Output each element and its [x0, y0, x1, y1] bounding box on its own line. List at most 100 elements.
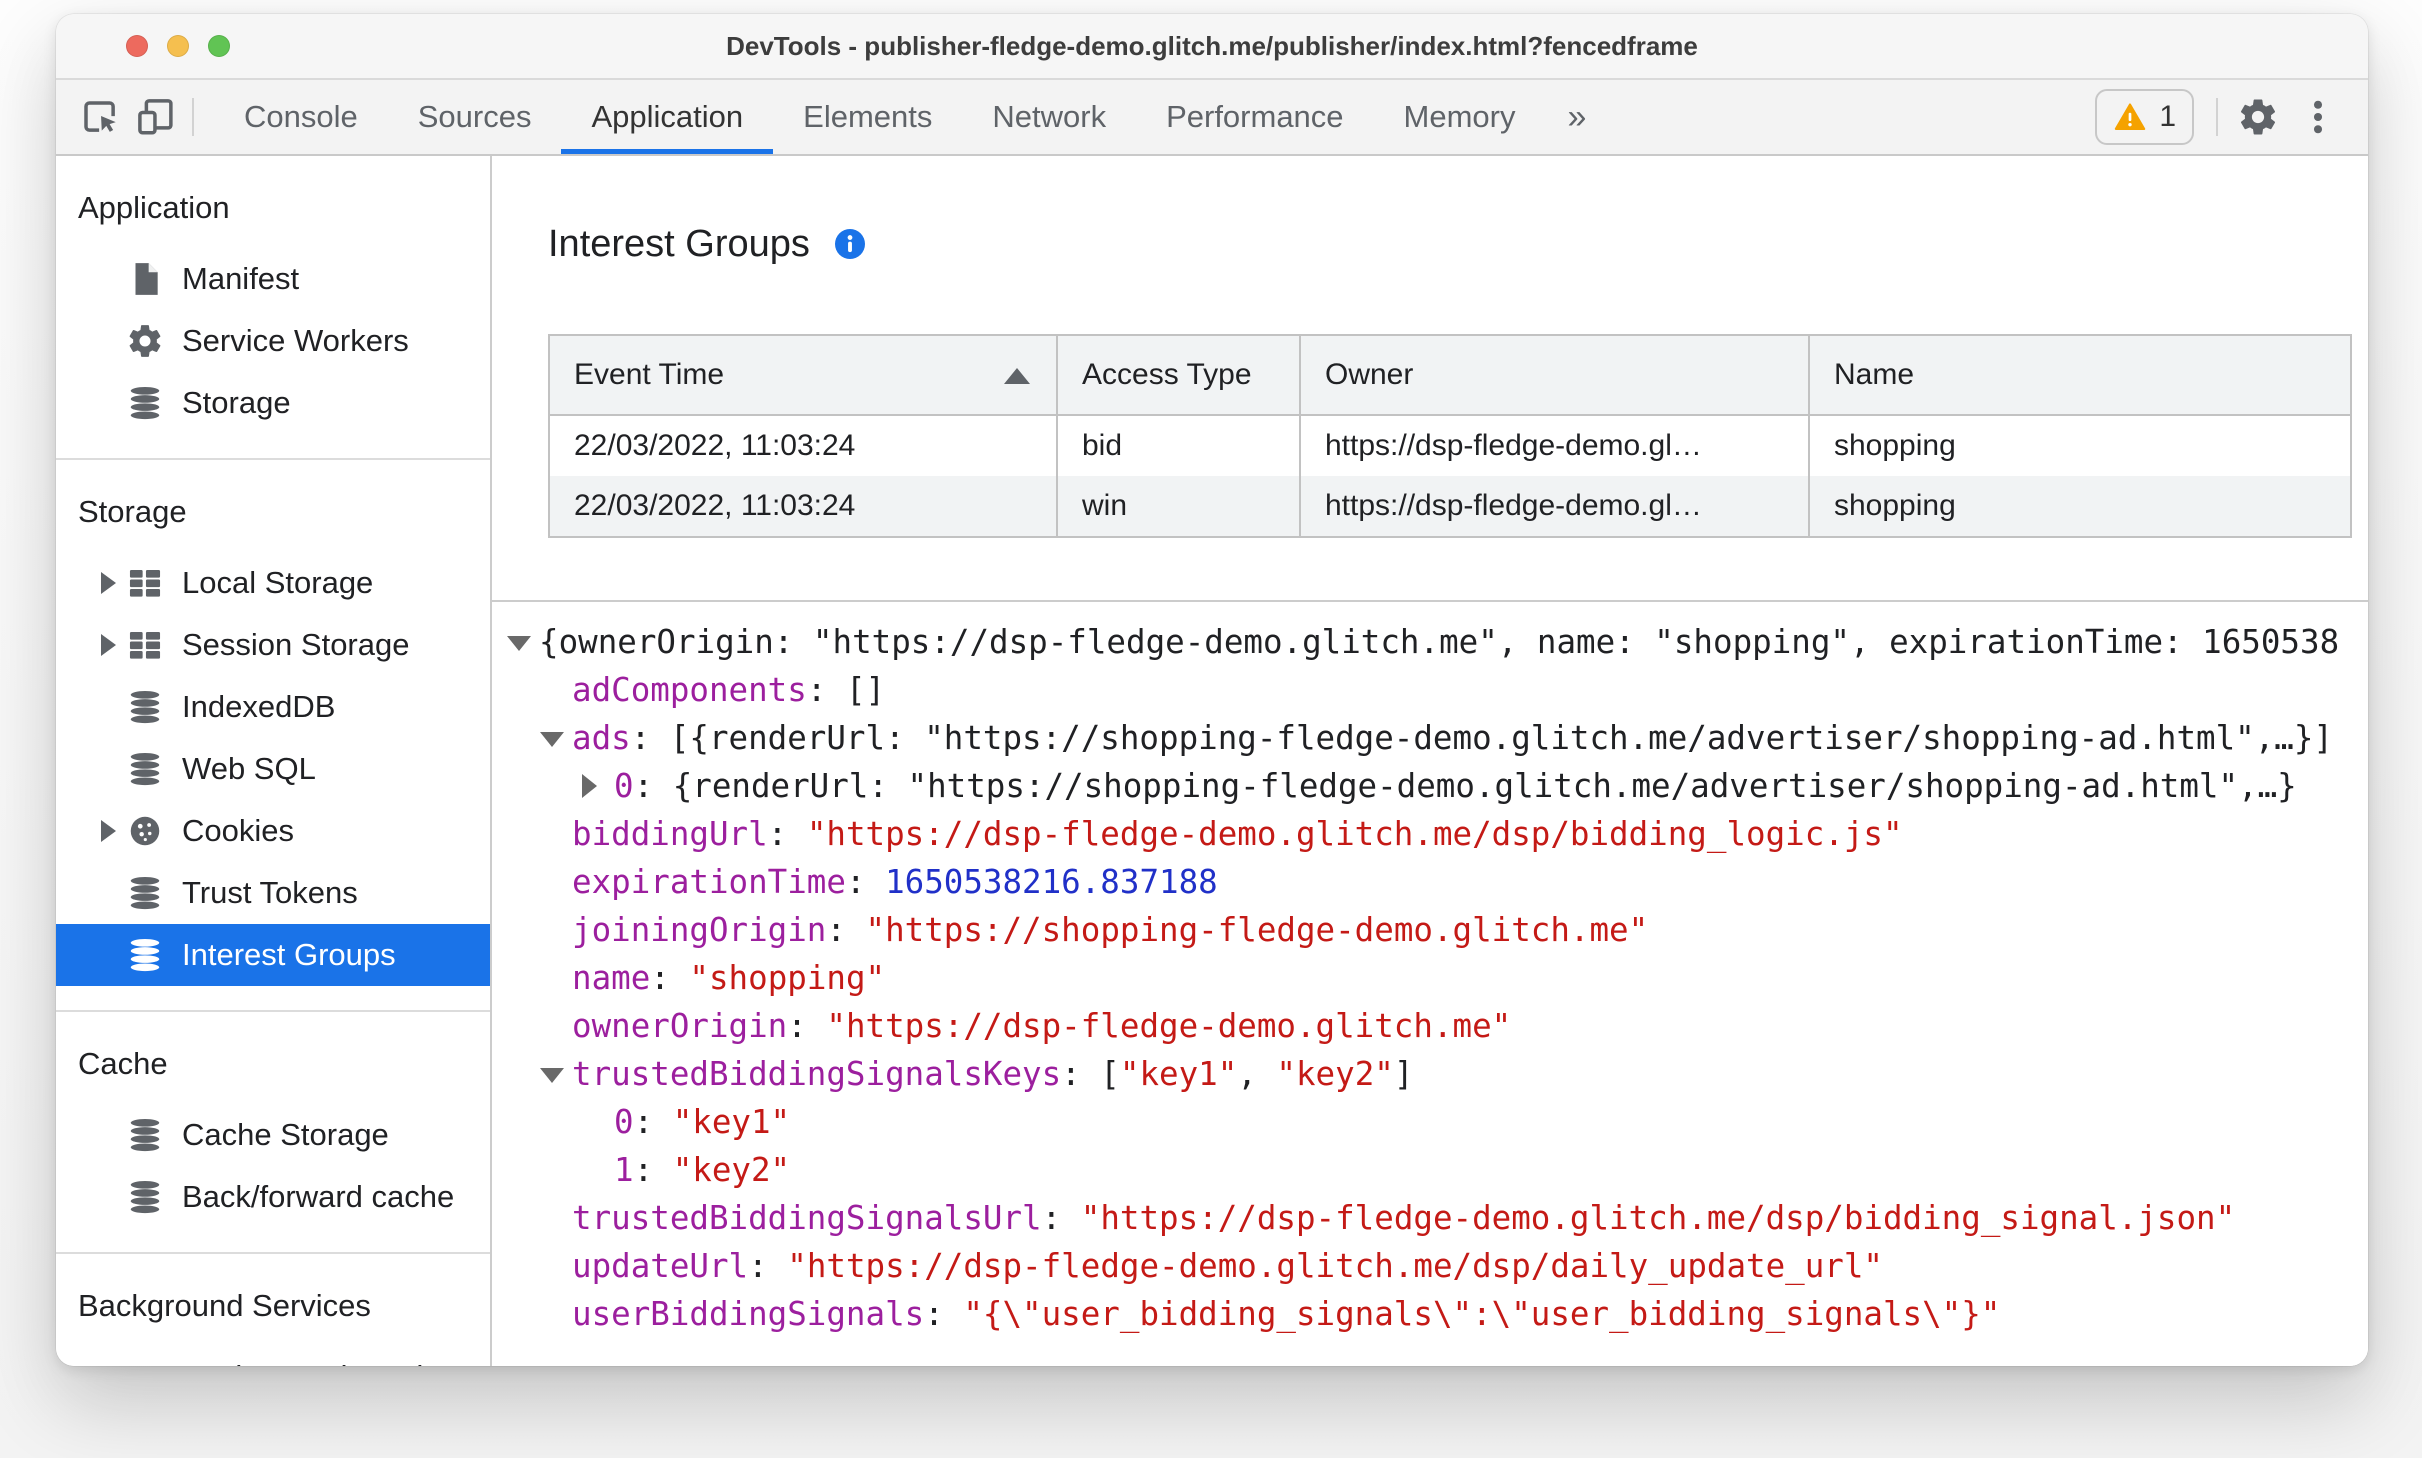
- database-icon: [126, 1178, 164, 1216]
- table-row[interactable]: 22/03/2022, 11:03:24 win https://dsp-fledg…: [549, 476, 2351, 537]
- main-split: Application Manifest Service Workers Storag…: [56, 156, 2368, 1366]
- cell-name: shopping: [1834, 429, 1956, 462]
- section-title-background-services: Background Services: [78, 1288, 371, 1323]
- sidebar-item-label: Back/forward cache: [182, 1179, 455, 1214]
- chevron-right-icon[interactable]: [90, 634, 126, 656]
- sidebar-item-label: Web SQL: [182, 751, 316, 786]
- warning-icon: [2113, 100, 2147, 134]
- cell-access-type: win: [1057, 476, 1301, 537]
- toolbar-divider: [192, 98, 194, 136]
- cell-access-type: bid: [1057, 415, 1301, 476]
- sidebar-item-indexeddb[interactable]: IndexedDB: [56, 676, 490, 738]
- sidebar-item-interest-groups[interactable]: Interest Groups: [56, 924, 490, 986]
- sidebar-item-label: Interest Groups: [182, 937, 396, 972]
- issues-badge[interactable]: 1: [2095, 89, 2194, 145]
- tab-console[interactable]: Console: [214, 80, 388, 154]
- sidebar-item-label: Cache Storage: [182, 1117, 389, 1152]
- sidebar-item-label: Service Workers: [182, 323, 409, 358]
- tab-sources[interactable]: Sources: [388, 80, 562, 154]
- info-icon[interactable]: [832, 226, 868, 262]
- column-header-access-type[interactable]: Access Type: [1057, 335, 1301, 416]
- tree-line-ownerorigin-https-d[interactable]: {ownerOrigin: "https://dsp-fledge-demo.g…: [492, 618, 2368, 666]
- close-button[interactable]: [126, 35, 148, 57]
- database-icon: [126, 936, 164, 974]
- minimize-button[interactable]: [167, 35, 189, 57]
- tree-line-1: 1: "key2": [614, 1151, 791, 1189]
- sidebar-item-web-sql[interactable]: Web SQL: [56, 738, 490, 800]
- section-title-application: Application: [78, 190, 230, 225]
- sidebar-item-label: Background Fetch: [182, 1359, 434, 1366]
- kebab-menu-button[interactable]: [2290, 89, 2346, 145]
- sidebar-item-back-forward-cache[interactable]: Back/forward cache: [56, 1166, 490, 1228]
- chevron-right-icon[interactable]: [90, 572, 126, 594]
- tab-memory[interactable]: Memory: [1374, 80, 1546, 154]
- sidebar-item-storage[interactable]: Storage: [56, 372, 490, 434]
- maximize-button[interactable]: [208, 35, 230, 57]
- events-table-wrap: Event Time Access Type Owner Name 22/03/202…: [548, 334, 2352, 538]
- triangle-right-icon[interactable]: [582, 774, 597, 798]
- sidebar-item-label: Local Storage: [182, 565, 374, 600]
- inspect-element-button[interactable]: [72, 89, 128, 145]
- cell-event-time: 22/03/2022, 11:03:24: [549, 476, 1058, 537]
- sidebar-item-cache-storage[interactable]: Cache Storage: [56, 1104, 490, 1166]
- triangle-down-icon[interactable]: [540, 732, 564, 747]
- database-icon: [126, 688, 164, 726]
- tree-line-expirationtime: expirationTime: 1650538216.837188: [572, 863, 1218, 901]
- sort-ascending-icon: [1004, 368, 1030, 384]
- sidebar-item-trust-tokens[interactable]: Trust Tokens: [56, 862, 490, 924]
- column-header-name[interactable]: Name: [1809, 335, 2351, 416]
- tree-line-userbiddingsignals: userBiddingSignals: "{\"user_bidding_sig…: [572, 1295, 2001, 1333]
- tab-performance[interactable]: Performance: [1136, 80, 1373, 154]
- sidebar-section-cache: Cache Cache Storage Back/forward cache: [56, 1012, 490, 1254]
- database-icon: [126, 1116, 164, 1154]
- issues-count: 1: [2159, 100, 2176, 133]
- more-tabs-button[interactable]: »: [1546, 98, 1609, 137]
- settings-gear-button[interactable]: [2230, 89, 2286, 145]
- sidebar-section-storage: Storage Local Storage Session Storage Index…: [56, 460, 490, 1012]
- triangle-down-icon[interactable]: [540, 1068, 564, 1083]
- toolbar-right-group: 1: [2095, 89, 2346, 145]
- sidebar-item-cookies[interactable]: Cookies: [56, 800, 490, 862]
- tree-line-updateurl: updateUrl: "https://dsp-fledge-demo.glit…: [572, 1247, 1883, 1285]
- sidebar-item-background-fetch[interactable]: Background Fetch: [56, 1346, 490, 1366]
- column-header-event-time[interactable]: Event Time: [549, 335, 1058, 416]
- cell-owner: https://dsp-fledge-demo.gl…: [1300, 415, 1810, 476]
- cell-event-time: 22/03/2022, 11:03:24: [549, 415, 1058, 476]
- sidebar-item-label: Trust Tokens: [182, 875, 358, 910]
- toolbar-divider: [2216, 98, 2218, 136]
- tree-line-adcomponents: adComponents: []: [572, 671, 886, 709]
- object-tree: {ownerOrigin: "https://dsp-fledge-demo.g…: [492, 600, 2368, 1366]
- table-row[interactable]: 22/03/2022, 11:03:24 bid https://dsp-fledg…: [549, 415, 2351, 476]
- cell-name: shopping: [1809, 476, 2351, 537]
- column-header-owner[interactable]: Owner: [1300, 335, 1810, 416]
- sidebar-item-label: Storage: [182, 385, 291, 420]
- tree-line-joiningorigin: joiningOrigin: "https://shopping-fledge-…: [572, 911, 1649, 949]
- section-title-storage: Storage: [78, 494, 187, 529]
- chevron-right-icon[interactable]: [90, 820, 126, 842]
- sidebar-item-service-workers[interactable]: Service Workers: [56, 310, 490, 372]
- sidebar-item-session-storage[interactable]: Session Storage: [56, 614, 490, 676]
- window-title: DevTools - publisher-fledge-demo.glitch.…: [726, 30, 1698, 61]
- column-header-label: Event Time: [574, 358, 725, 391]
- tree-line-ads[interactable]: ads: [{renderUrl: "https://shopping-fled…: [492, 714, 2368, 762]
- database-icon: [126, 384, 164, 422]
- triangle-down-icon[interactable]: [507, 636, 531, 651]
- sidebar-item-local-storage[interactable]: Local Storage: [56, 552, 490, 614]
- tree-line-trustedbiddingsignalskey[interactable]: trustedBiddingSignalsKeys: ["key1", "key…: [492, 1050, 2368, 1098]
- column-header-label: Name: [1834, 358, 1915, 391]
- devtools-window: DevTools - publisher-fledge-demo.glitch.…: [56, 14, 2368, 1366]
- tab-network[interactable]: Network: [962, 80, 1136, 154]
- device-toolbar-button[interactable]: [128, 89, 184, 145]
- sidebar-item-label: Manifest: [182, 261, 300, 296]
- database-icon: [126, 874, 164, 912]
- table-icon: [126, 564, 164, 602]
- sidebar-item-label: IndexedDB: [182, 689, 336, 724]
- interest-groups-table: Event Time Access Type Owner Name 22/03/202…: [548, 334, 2352, 538]
- traffic-lights: [126, 14, 230, 78]
- page-title: Interest Groups: [548, 223, 810, 265]
- tree-line-0[interactable]: 0: {renderUrl: "https://shopping-fledge-…: [492, 762, 2368, 810]
- tab-application[interactable]: Application: [561, 80, 773, 154]
- sidebar-item-label: Session Storage: [182, 627, 410, 662]
- sidebar-item-manifest[interactable]: Manifest: [56, 248, 490, 310]
- tab-elements[interactable]: Elements: [773, 80, 962, 154]
